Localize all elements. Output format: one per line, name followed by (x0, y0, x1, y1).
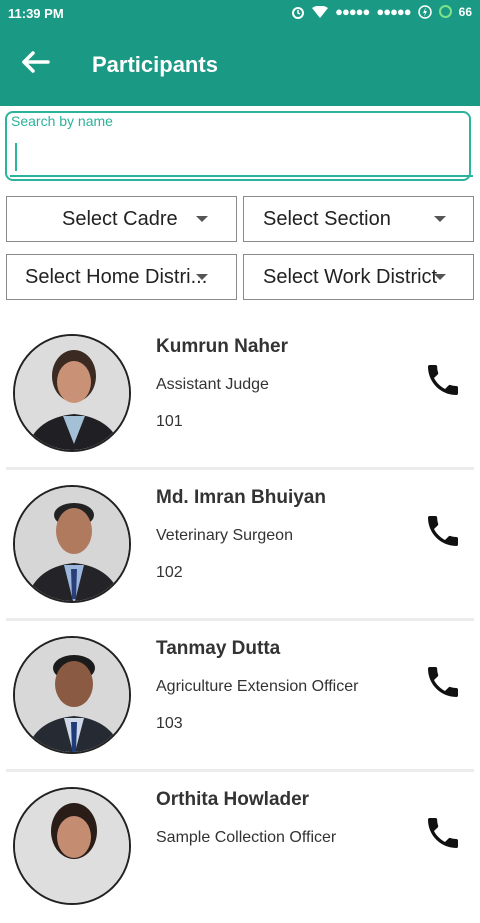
select-cadre-label: Select Cadre (62, 208, 178, 230)
avatar (13, 787, 131, 905)
alarm-icon (292, 6, 305, 19)
select-section-label: Select Section (263, 208, 391, 230)
signal-2: ●●●●● (376, 4, 411, 19)
person-photo-icon (15, 336, 129, 450)
status-icons: ●●●●● ●●●●● 66 (291, 4, 472, 19)
participant-code: 101 (156, 413, 183, 430)
person-photo-icon (15, 638, 129, 752)
wifi-icon (312, 5, 329, 18)
battery-level: 66 (458, 4, 472, 19)
list-item[interactable]: Tanmay Dutta Agriculture Extension Offic… (0, 622, 480, 772)
call-button[interactable] (423, 360, 463, 400)
search-label: Search by name (11, 113, 113, 129)
list-item[interactable]: Md. Imran Bhuiyan Veterinary Surgeon 102 (0, 471, 480, 621)
participant-name: Tanmay Dutta (156, 638, 281, 659)
call-button[interactable] (423, 662, 463, 702)
phone-icon (428, 818, 458, 848)
person-photo-icon (15, 789, 129, 903)
participant-code: 102 (156, 564, 183, 581)
avatar (13, 485, 131, 603)
list-item[interactable]: Kumrun Naher Assistant Judge 101 (0, 320, 480, 470)
participant-designation: Assistant Judge (156, 376, 269, 393)
chevron-down-icon (196, 216, 208, 222)
page-title: Participants (92, 52, 218, 77)
phone-icon (428, 667, 458, 697)
chevron-down-icon (434, 274, 446, 280)
arrow-left-icon (22, 51, 50, 73)
participant-name: Kumrun Naher (156, 336, 288, 357)
signal-1: ●●●●● (335, 4, 370, 19)
divider (6, 618, 474, 621)
select-work-district[interactable]: Select Work District (243, 254, 474, 300)
back-button[interactable] (20, 48, 56, 80)
participant-designation: Veterinary Surgeon (156, 527, 293, 544)
select-home-district-label: Select Home Distri... (25, 266, 208, 288)
text-cursor (15, 143, 17, 171)
chevron-down-icon (434, 216, 446, 222)
phone-icon (428, 516, 458, 546)
participant-designation: Sample Collection Officer (156, 829, 337, 846)
call-button[interactable] (423, 813, 463, 853)
select-work-district-label: Select Work District (263, 266, 438, 288)
avatar (13, 334, 131, 452)
select-section[interactable]: Select Section (243, 196, 474, 242)
status-bar: 11:39 PM ●●●●● ●●●●● 66 (0, 0, 480, 28)
participant-name: Md. Imran Bhuiyan (156, 487, 326, 508)
divider (6, 467, 474, 470)
participant-name: Orthita Howlader (156, 789, 310, 810)
charging-icon (417, 4, 432, 19)
call-button[interactable] (423, 511, 463, 551)
phone-icon (428, 365, 458, 395)
search-box[interactable]: Search by name (5, 111, 473, 181)
search-input[interactable] (10, 141, 473, 177)
avatar (13, 636, 131, 754)
chevron-down-icon (196, 274, 208, 280)
select-cadre[interactable]: Select Cadre (6, 196, 237, 242)
status-time: 11:39 PM (8, 6, 64, 21)
person-photo-icon (15, 487, 129, 601)
list-item[interactable]: Orthita Howlader Sample Collection Offic… (0, 773, 480, 923)
divider (6, 769, 474, 772)
app-bar: Participants (0, 28, 480, 106)
battery-ring-icon (438, 5, 452, 18)
participant-code: 103 (156, 715, 183, 732)
select-home-district[interactable]: Select Home Distri... (6, 254, 237, 300)
participant-designation: Agriculture Extension Officer (156, 678, 359, 695)
